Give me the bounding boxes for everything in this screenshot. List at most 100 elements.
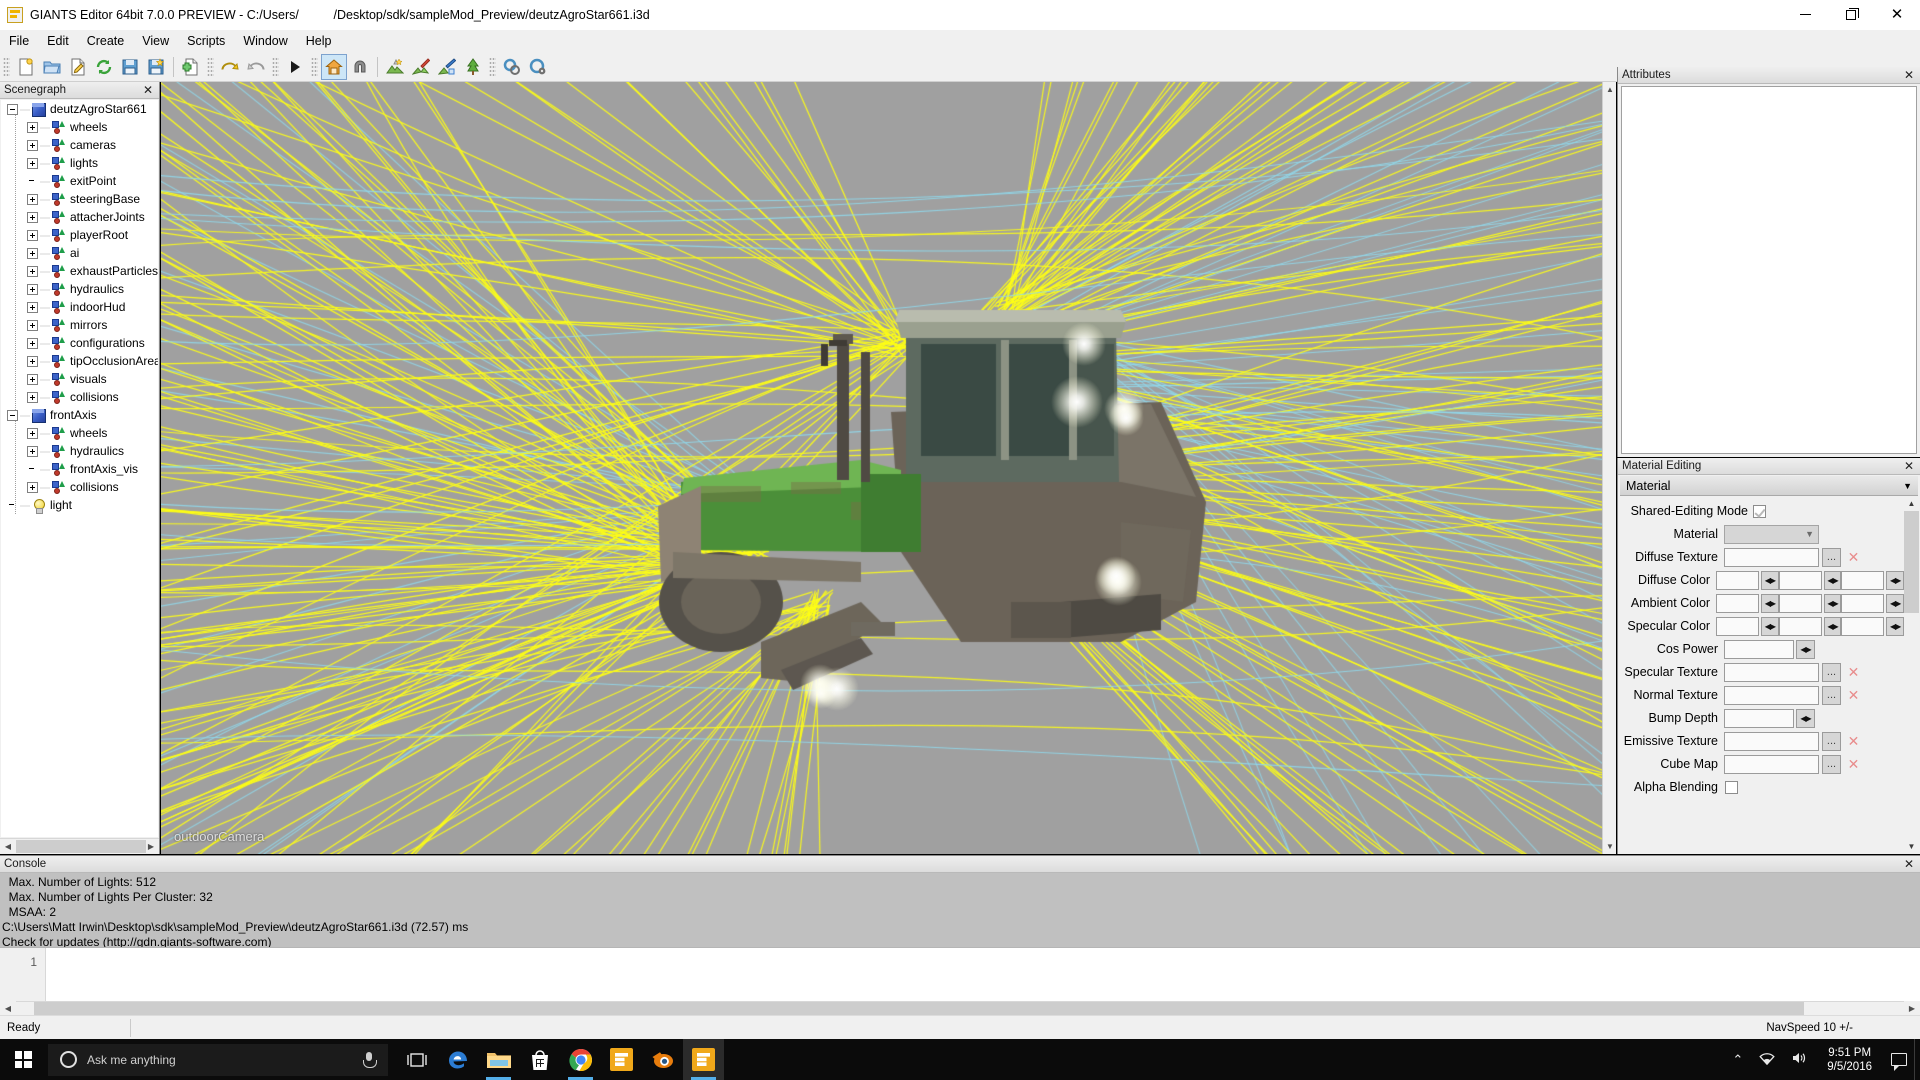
specular-color-channel-2-spinner[interactable]: ◀▶ xyxy=(1823,616,1842,636)
expand-icon[interactable] xyxy=(27,445,38,457)
home-view-icon[interactable] xyxy=(321,53,347,80)
tree-node[interactable]: ai xyxy=(1,244,158,262)
viewport-3d[interactable]: outdoorCamera ▲ ▼ xyxy=(161,82,1616,854)
blender-icon[interactable] xyxy=(642,1039,683,1080)
alpha-blending-checkbox[interactable] xyxy=(1725,780,1738,794)
expand-icon[interactable] xyxy=(27,265,38,277)
scroll-left-icon[interactable]: ◀ xyxy=(0,1001,16,1016)
scroll-thumb[interactable] xyxy=(16,840,146,853)
new-file-icon[interactable] xyxy=(14,55,38,79)
toolbar-grip[interactable] xyxy=(311,56,318,77)
cube-map-browse-button[interactable]: ... xyxy=(1822,754,1841,774)
tree-node[interactable]: wheels xyxy=(1,424,158,442)
specular-color-channel-1-input[interactable] xyxy=(1716,616,1760,636)
tree-node[interactable]: collisions xyxy=(1,478,158,496)
scroll-track[interactable] xyxy=(16,1002,1904,1015)
expand-icon[interactable] xyxy=(27,211,38,223)
close-button[interactable]: ✕ xyxy=(1874,0,1920,30)
attributes-close-icon[interactable]: ✕ xyxy=(1902,69,1916,81)
tray-chevron-icon[interactable]: ⌃ xyxy=(1724,1052,1751,1068)
start-button[interactable] xyxy=(0,1039,46,1080)
material-close-icon[interactable]: ✕ xyxy=(1902,460,1916,472)
save-as-icon[interactable] xyxy=(144,55,168,79)
tree-node[interactable]: tipOcclusionAreas xyxy=(1,352,158,370)
tree-node[interactable]: exitPoint xyxy=(1,172,158,190)
expand-icon[interactable] xyxy=(27,247,38,259)
store-icon[interactable] xyxy=(519,1039,560,1080)
emissive-texture-clear-button[interactable]: ✕ xyxy=(1844,731,1863,751)
diffuse-color-channel-2-spinner[interactable]: ◀▶ xyxy=(1823,570,1842,590)
giants-editor-icon[interactable] xyxy=(601,1039,642,1080)
toolbar-grip[interactable] xyxy=(272,56,279,77)
tree-node[interactable]: playerRoot xyxy=(1,226,158,244)
menu-file[interactable]: File xyxy=(0,32,38,50)
search-box[interactable]: Ask me anything xyxy=(48,1043,388,1076)
play-icon[interactable] xyxy=(283,55,307,79)
scroll-down-icon[interactable]: ▼ xyxy=(1603,839,1616,854)
collapse-icon[interactable] xyxy=(7,103,18,115)
task-view-icon[interactable] xyxy=(396,1039,437,1080)
material-select[interactable]: ▼ xyxy=(1724,524,1819,544)
collapse-icon[interactable] xyxy=(7,409,18,421)
material-tab[interactable]: Material ▼ xyxy=(1620,476,1918,496)
cube-map-clear-button[interactable]: ✕ xyxy=(1844,754,1863,774)
tree-node[interactable]: cameras xyxy=(1,136,158,154)
tree-node[interactable]: frontAxis_vis xyxy=(1,460,158,478)
scroll-thumb[interactable] xyxy=(34,1002,1804,1015)
expand-icon[interactable] xyxy=(27,427,38,439)
expand-icon[interactable] xyxy=(27,229,38,241)
undo-icon[interactable] xyxy=(218,55,242,79)
specular-color-channel-3-input[interactable] xyxy=(1841,616,1885,636)
diffuse-texture-clear-button[interactable]: ✕ xyxy=(1844,547,1863,567)
giants-editor-window-icon[interactable] xyxy=(683,1039,724,1080)
console-input[interactable] xyxy=(46,948,1920,1001)
tree-node[interactable]: frontAxis xyxy=(1,406,158,424)
volume-icon[interactable] xyxy=(1783,1051,1815,1068)
scenegraph-hscrollbar[interactable]: ◀ ▶ xyxy=(0,838,159,854)
tree-node[interactable]: collisions xyxy=(1,388,158,406)
normal-texture-input[interactable] xyxy=(1724,685,1819,705)
scroll-thumb[interactable] xyxy=(1904,511,1919,613)
file-explorer-icon[interactable] xyxy=(478,1039,519,1080)
specular-texture-browse-button[interactable]: ... xyxy=(1822,662,1841,682)
viewport-vscrollbar[interactable]: ▲ ▼ xyxy=(1602,82,1616,854)
expand-icon[interactable] xyxy=(27,301,38,313)
ambient-color-channel-1-input[interactable] xyxy=(1716,593,1760,613)
expand-icon[interactable] xyxy=(27,121,38,133)
paint-foliage-icon[interactable] xyxy=(409,55,433,79)
terrain-sculpt-icon[interactable] xyxy=(383,55,407,79)
expand-icon[interactable] xyxy=(27,157,38,169)
import-icon[interactable] xyxy=(179,55,203,79)
console-input-area[interactable]: 1 xyxy=(0,947,1920,1001)
menu-help[interactable]: Help xyxy=(297,32,341,50)
ambient-color-channel-1-spinner[interactable]: ◀▶ xyxy=(1761,593,1779,613)
cube-map-input[interactable] xyxy=(1724,754,1819,774)
redo-icon[interactable] xyxy=(244,55,268,79)
open-file-icon[interactable] xyxy=(40,55,64,79)
ambient-color-channel-2-input[interactable] xyxy=(1778,593,1822,613)
menu-edit[interactable]: Edit xyxy=(38,32,78,50)
navmesh-icon[interactable] xyxy=(500,55,524,79)
tree-node[interactable]: mirrors xyxy=(1,316,158,334)
cos-power-input[interactable] xyxy=(1724,639,1794,659)
scroll-track[interactable] xyxy=(1904,511,1919,839)
tree-node[interactable]: hydraulics xyxy=(1,442,158,460)
scroll-down-icon[interactable]: ▼ xyxy=(1904,839,1919,854)
ambient-color-channel-3-input[interactable] xyxy=(1841,593,1885,613)
normal-texture-browse-button[interactable]: ... xyxy=(1822,685,1841,705)
viewport-canvas[interactable] xyxy=(161,82,1616,854)
menu-scripts[interactable]: Scripts xyxy=(178,32,234,50)
microphone-icon[interactable] xyxy=(362,1051,377,1068)
toolbar-grip[interactable] xyxy=(489,56,496,77)
tree-node[interactable]: indoorHud xyxy=(1,298,158,316)
diffuse-texture-input[interactable] xyxy=(1724,547,1819,567)
place-tree-icon[interactable] xyxy=(461,55,485,79)
tree-node[interactable]: hydraulics xyxy=(1,280,158,298)
network-icon[interactable] xyxy=(1751,1052,1783,1068)
save-icon[interactable] xyxy=(118,55,142,79)
snap-icon[interactable] xyxy=(348,55,372,79)
console-close-icon[interactable]: ✕ xyxy=(1902,858,1916,870)
toolbar-grip[interactable] xyxy=(207,56,214,77)
chevron-down-icon[interactable]: ▼ xyxy=(1903,481,1912,491)
menu-create[interactable]: Create xyxy=(78,32,134,50)
